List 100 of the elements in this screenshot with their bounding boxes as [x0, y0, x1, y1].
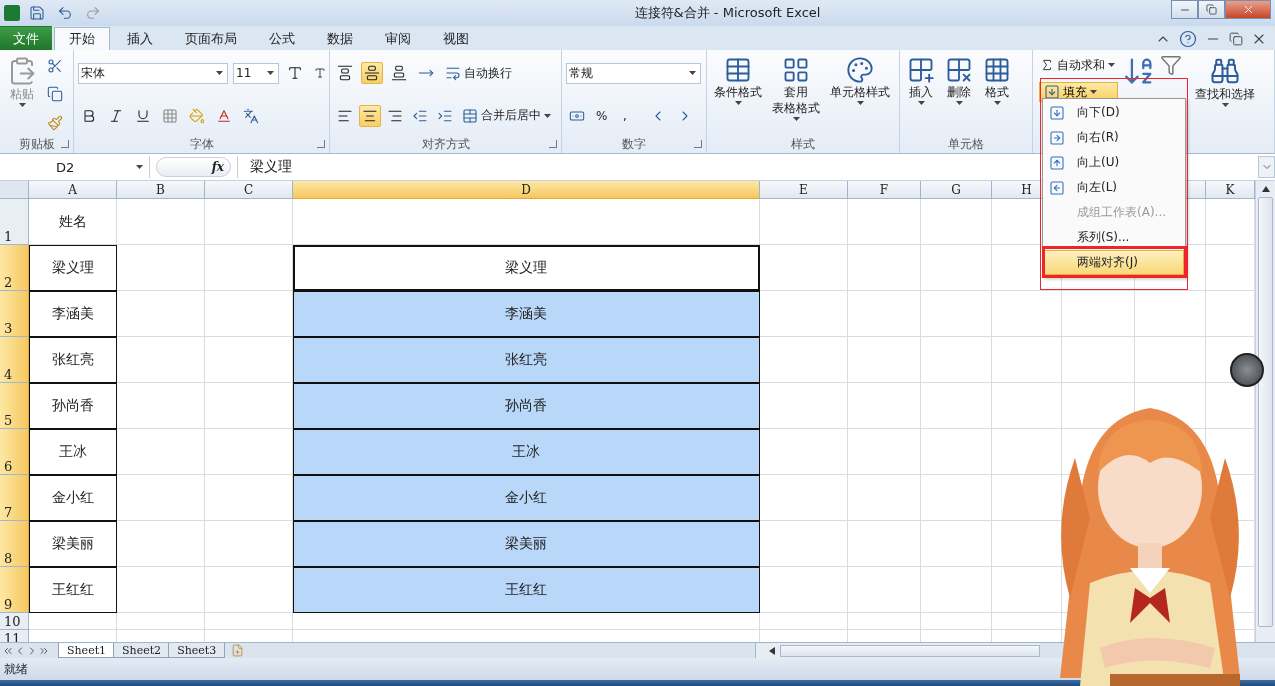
launcher-icon[interactable]	[694, 140, 702, 148]
ribbon-tab[interactable]: 开始	[54, 27, 110, 50]
menu-item[interactable]: 向下(D)	[1044, 100, 1184, 125]
number-format-field[interactable]: 常规	[566, 62, 701, 84]
file-tab[interactable]: 文件	[0, 26, 52, 50]
empty-cell	[921, 567, 992, 613]
column-header[interactable]: E	[760, 181, 848, 199]
ribbon-button[interactable]: 删除	[942, 54, 976, 135]
new-sheet-icon[interactable]	[231, 644, 245, 657]
wrap-text-icon	[445, 65, 461, 82]
menu-item[interactable]: 系列(S)...	[1044, 225, 1184, 250]
restore-icon[interactable]	[1229, 32, 1243, 46]
middle-align-button[interactable]	[361, 62, 383, 85]
row-header[interactable]: 2	[0, 245, 29, 291]
menu-item[interactable]: 向右(R)	[1044, 125, 1184, 150]
redo-icon	[85, 5, 101, 21]
table-cell: 王冰	[293, 429, 760, 475]
column-header[interactable]: F	[848, 181, 921, 199]
font-name-field[interactable]: 宋体	[78, 62, 228, 84]
top-align-icon	[337, 65, 353, 82]
percent-button[interactable]: %	[593, 104, 615, 127]
merge-center-button[interactable]: 合并后居中	[459, 104, 554, 127]
row-header[interactable]: 3	[0, 291, 29, 337]
launcher-icon[interactable]	[61, 140, 69, 148]
expand-button[interactable]	[1258, 156, 1275, 178]
ribbon-button[interactable]: 单元格样式	[827, 54, 893, 135]
column-header[interactable]: G	[921, 181, 992, 199]
ribbon-tab[interactable]: 公式	[254, 27, 310, 50]
arrow-down-icon	[1049, 104, 1065, 121]
menu-item[interactable]: 两端对齐(J)	[1044, 250, 1184, 275]
ribbon-tab[interactable]: 数据	[312, 27, 368, 50]
restore-button[interactable]	[1198, 0, 1225, 19]
group-label: 对齐方式	[421, 135, 470, 153]
row-header[interactable]: 9	[0, 567, 29, 613]
comma-button[interactable]: ,	[620, 104, 642, 127]
launcher-icon[interactable]	[317, 140, 325, 148]
fx-label[interactable]: fx	[211, 160, 224, 174]
wrap-text-button[interactable]: 自动换行	[442, 62, 515, 85]
ribbon-tab[interactable]: 页面布局	[170, 27, 252, 50]
sheet-tab[interactable]: Sheet1	[58, 643, 116, 658]
caret-icon	[955, 101, 963, 105]
row-header[interactable]: 7	[0, 475, 29, 521]
help-icon[interactable]	[1179, 30, 1197, 48]
merge-icon	[462, 107, 478, 124]
row-header[interactable]: 1	[0, 199, 29, 245]
grid-icon	[983, 56, 1011, 84]
row-header[interactable]: 8	[0, 521, 29, 567]
table-cell: 梁美丽	[293, 521, 760, 567]
menu-item[interactable]: 向上(U)	[1044, 150, 1184, 175]
formula-field[interactable]: 梁义理	[237, 156, 1037, 178]
format-painter-icon	[47, 114, 63, 131]
caret-icon	[689, 71, 696, 75]
caret-icon	[267, 71, 274, 76]
ribbon-button[interactable]: 条件格式	[711, 54, 765, 135]
table-cell: 张红亮	[293, 337, 760, 383]
table-cell: 金小红	[293, 475, 760, 521]
autosum-button[interactable]: 自动求和	[1037, 54, 1118, 76]
empty-cell	[1135, 291, 1206, 337]
sheet-tab[interactable]: Sheet2	[113, 643, 171, 658]
scroll-thumb[interactable]	[1258, 197, 1273, 627]
ribbon-button[interactable]: 套用 表格格式	[769, 54, 823, 135]
column-header[interactable]: B	[117, 181, 205, 199]
empty-cell	[921, 613, 992, 630]
minimize-button[interactable]	[1171, 0, 1198, 19]
row-header[interactable]: 5	[0, 383, 29, 429]
ribbon-button[interactable]: 插入	[904, 54, 938, 135]
sheet-tab[interactable]: Sheet3	[168, 643, 226, 658]
ribbon-tab[interactable]: 视图	[428, 27, 484, 50]
name-box[interactable]: D2	[0, 156, 150, 178]
bottom-align-icon	[391, 65, 407, 82]
center-button[interactable]	[359, 104, 381, 127]
scroll-up-icon[interactable]	[1261, 185, 1270, 193]
filter-icon	[1160, 54, 1182, 76]
scroll-thumb[interactable]	[780, 644, 1040, 657]
ribbon-tab[interactable]: 审阅	[370, 27, 426, 50]
launcher-icon[interactable]	[549, 140, 557, 148]
column-header[interactable]: K	[1206, 181, 1255, 199]
table-cell: 王红红	[293, 567, 760, 613]
font-size-field[interactable]: 11	[233, 62, 279, 84]
find-select-button[interactable]: 查找和选择	[1192, 54, 1258, 135]
caret-icon	[856, 101, 864, 105]
table-cell: 张红亮	[29, 337, 117, 383]
column-header[interactable]: C	[205, 181, 293, 199]
row-header[interactable]: 10	[0, 613, 29, 630]
column-header[interactable]: A	[29, 181, 117, 199]
scroll-left-icon[interactable]	[768, 646, 776, 655]
group-label: 样式	[791, 135, 815, 153]
caret-icon	[18, 103, 26, 107]
ribbon-tab[interactable]: 插入	[112, 27, 168, 50]
caret-icon	[1221, 103, 1229, 107]
column-header[interactable]: D	[293, 181, 760, 199]
empty-cell	[921, 383, 992, 429]
horizontal-scrollbar[interactable]	[755, 643, 1040, 658]
empty-cell	[1135, 337, 1206, 383]
vertical-scrollbar[interactable]	[1255, 181, 1275, 642]
ribbon-button[interactable]: 格式	[980, 54, 1014, 135]
row-header[interactable]: 4	[0, 337, 29, 383]
close-button[interactable]	[1225, 0, 1271, 19]
grow-font-icon	[287, 65, 303, 82]
row-header[interactable]: 6	[0, 429, 29, 475]
